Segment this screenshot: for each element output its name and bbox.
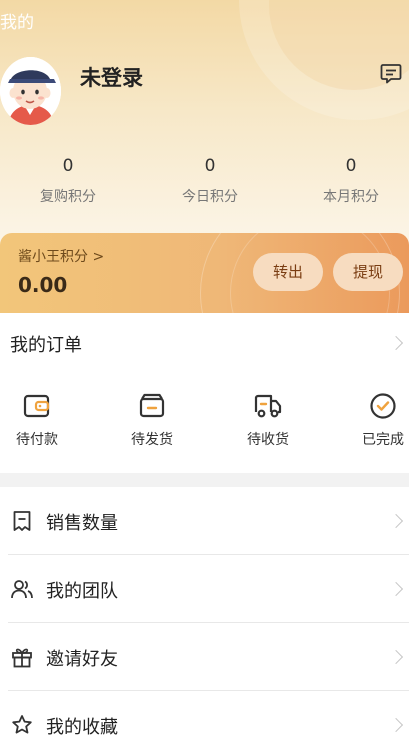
team-icon <box>11 580 33 599</box>
stat-value: 0 <box>345 156 357 176</box>
stat-repurchase-points[interactable]: 0 复购积分 <box>28 156 108 206</box>
points-title-link[interactable]: 酱小王积分 > <box>18 246 104 266</box>
stat-label: 复购积分 <box>40 189 96 205</box>
menu-item-my-team[interactable]: 我的团队 <box>0 555 409 623</box>
menu-item-sales-count[interactable]: 销售数量 <box>0 487 409 555</box>
orders-title[interactable]: 我的订单 <box>10 331 82 357</box>
stat-value: 0 <box>204 156 216 176</box>
order-pending-receipt[interactable]: 待收货 <box>228 391 308 449</box>
star-icon <box>12 715 32 734</box>
points-stats: 0 复购积分 0 今日积分 0 本月积分 <box>0 156 409 212</box>
stat-value: 0 <box>62 156 74 176</box>
order-completed[interactable]: 已完成 <box>343 391 409 449</box>
chevron-right-icon <box>388 649 404 665</box>
chevron-right-icon <box>388 513 404 529</box>
page-title: 我的 <box>0 13 34 33</box>
username[interactable]: 未登录 <box>80 62 143 92</box>
order-label: 待付款 <box>16 432 58 448</box>
stat-month-points[interactable]: 0 本月积分 <box>311 156 391 206</box>
wallet-icon <box>23 394 50 418</box>
menu-label: 邀请好友 <box>46 649 118 670</box>
menu-label: 销售数量 <box>46 513 118 534</box>
order-pending-payment[interactable]: 待付款 <box>0 391 77 449</box>
receipt-icon <box>13 511 31 531</box>
gift-icon <box>12 648 32 668</box>
menu-list: 销售数量 我的团队 邀请好友 我的收藏 <box>0 487 409 735</box>
message-icon[interactable] <box>379 62 403 86</box>
order-label: 已完成 <box>362 432 404 448</box>
menu-item-my-favorites[interactable]: 我的收藏 <box>0 691 409 735</box>
menu-label: 我的团队 <box>46 581 118 602</box>
chevron-right-icon <box>388 717 404 733</box>
points-value: 0.00 <box>18 273 68 297</box>
withdraw-button[interactable]: 提现 <box>333 253 403 291</box>
box-icon <box>139 393 165 418</box>
order-pending-shipment[interactable]: 待发货 <box>112 391 192 449</box>
stat-label: 本月积分 <box>323 189 379 205</box>
menu-item-invite-friends[interactable]: 邀请好友 <box>0 623 409 691</box>
truck-icon <box>254 394 282 418</box>
transfer-out-button[interactable]: 转出 <box>253 253 323 291</box>
points-card: 酱小王积分 > 0.00 转出 提现 <box>0 233 409 313</box>
stat-label: 今日积分 <box>182 189 238 205</box>
avatar-illustration <box>0 57 61 125</box>
order-label: 待发货 <box>131 432 173 448</box>
avatar[interactable] <box>0 57 61 125</box>
orders-section: 我的订单 待付款 待发货 待收货 已完成 <box>0 313 409 473</box>
check-circle-icon <box>370 393 396 419</box>
menu-label: 我的收藏 <box>46 717 118 735</box>
chevron-right-icon[interactable] <box>388 335 404 351</box>
chevron-right-icon <box>388 581 404 597</box>
stat-today-points[interactable]: 0 今日积分 <box>170 156 250 206</box>
order-label: 待收货 <box>247 432 289 448</box>
